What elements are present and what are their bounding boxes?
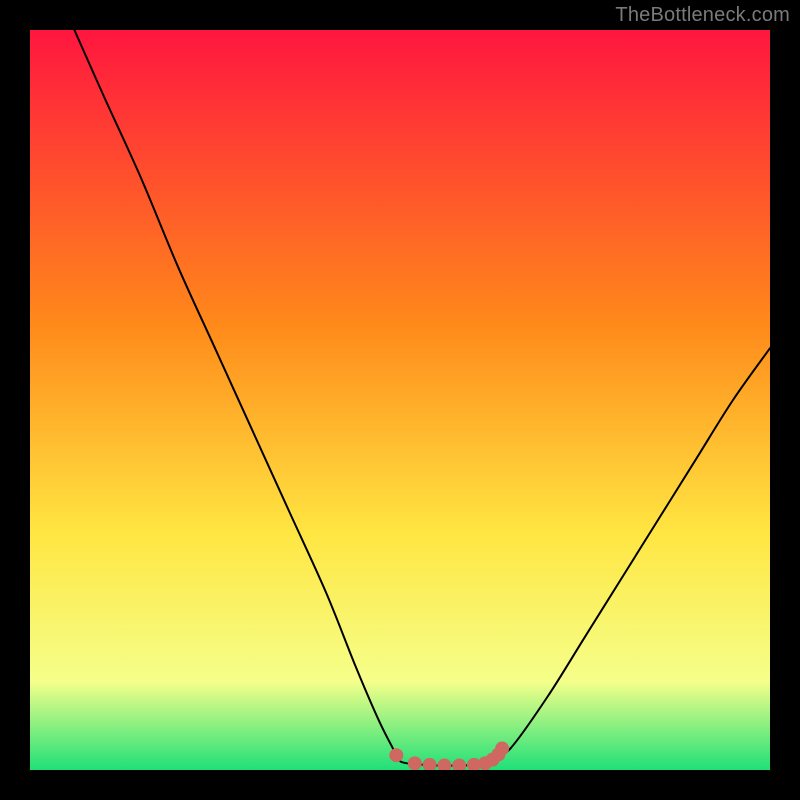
chart-svg — [30, 30, 770, 770]
watermark-text: TheBottleneck.com — [615, 4, 790, 27]
marker-dot — [408, 756, 422, 770]
chart-frame: TheBottleneck.com — [0, 0, 800, 800]
gradient-background — [30, 30, 770, 770]
marker-dot — [495, 742, 509, 756]
plot-area — [30, 30, 770, 770]
marker-dot — [389, 748, 403, 762]
